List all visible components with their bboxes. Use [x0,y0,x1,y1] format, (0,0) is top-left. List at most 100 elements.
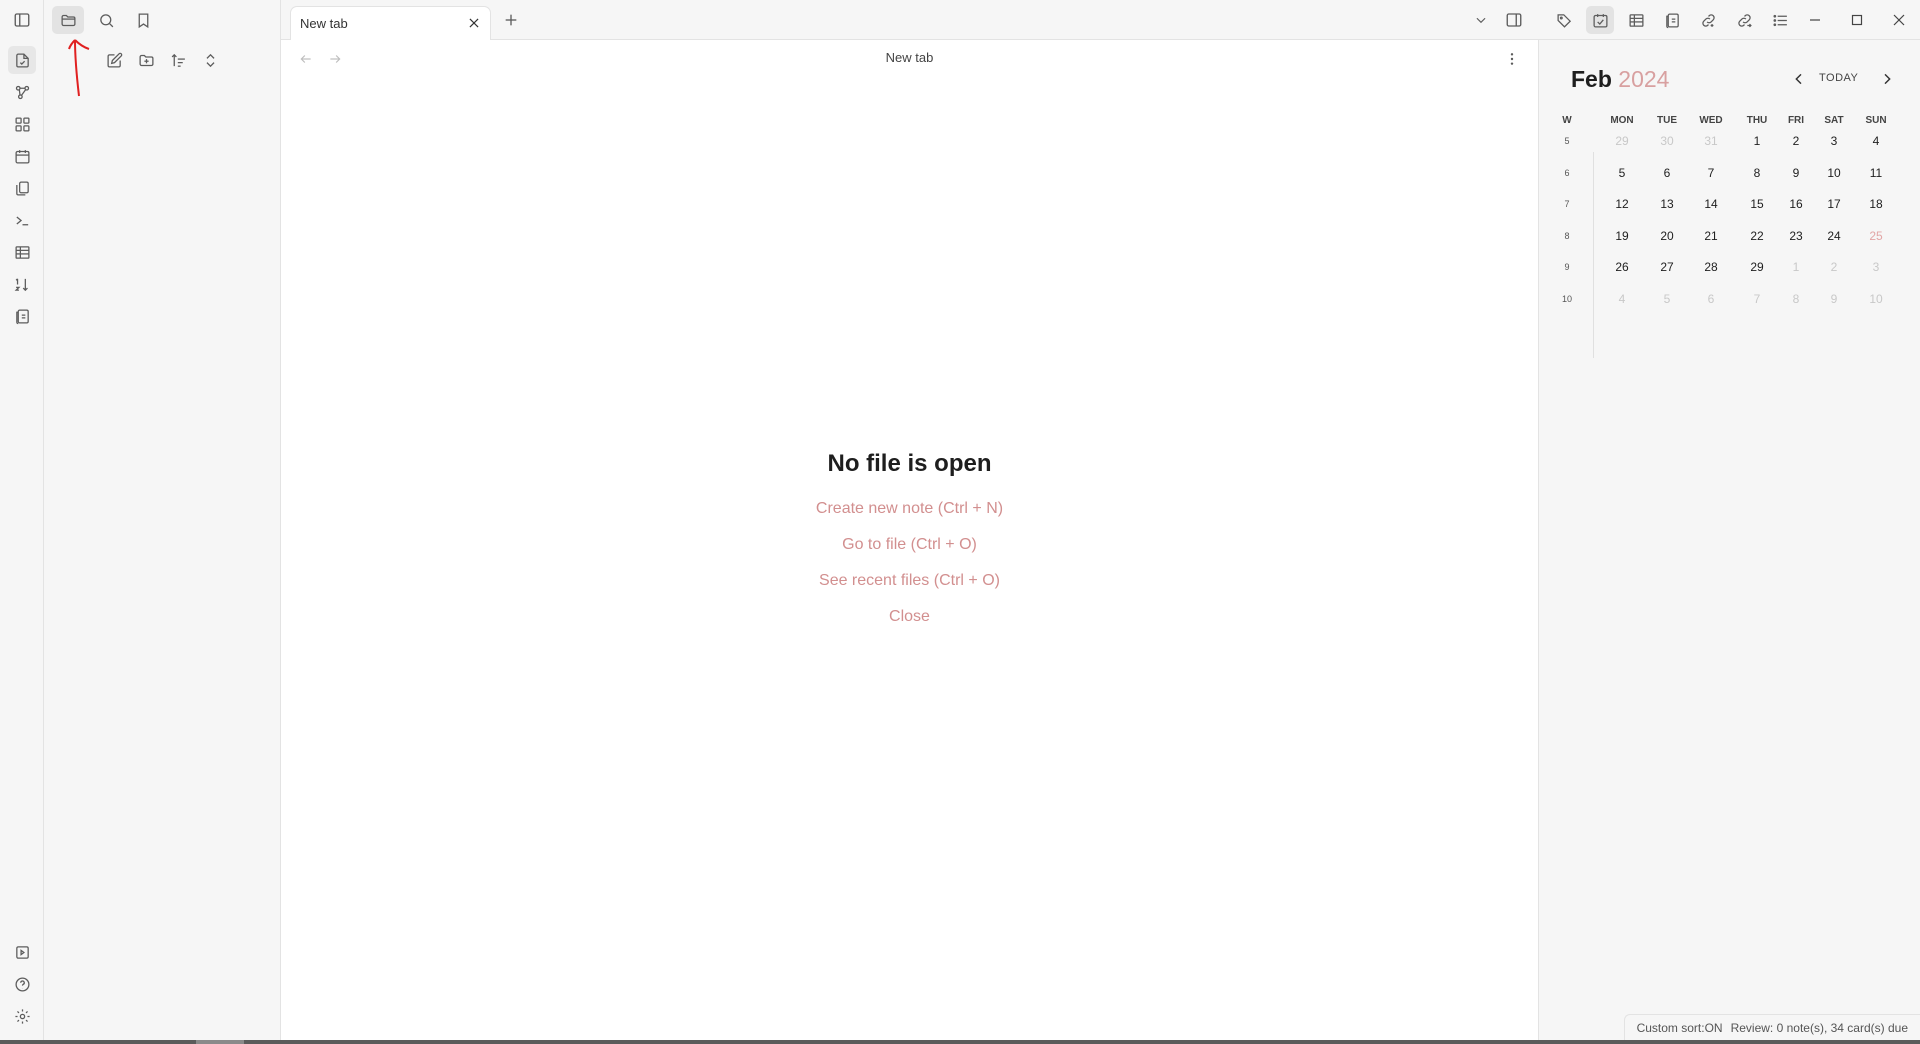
left-sidebar-toggle-icon[interactable] [8,6,36,34]
sort-order-icon[interactable] [164,46,192,74]
taskbar-strip [0,1040,1920,1044]
calendar-day[interactable]: 10 [1814,162,1854,184]
weekday-label: THU [1746,115,1768,126]
maximize-icon[interactable] [1842,6,1872,34]
calendar-day[interactable]: 26 [1602,256,1642,278]
table-icon[interactable] [8,238,36,266]
close-link[interactable]: Close [281,606,1538,627]
more-options-icon[interactable] [1502,49,1522,69]
go-to-file-link[interactable]: Go to file (Ctrl + O) [281,534,1538,555]
calendar-day[interactable]: 27 [1647,256,1687,278]
canvas-icon[interactable] [8,110,36,138]
calendar-day[interactable]: 4 [1602,288,1642,310]
calendar-day[interactable]: 30 [1647,130,1687,152]
calendar-day[interactable]: 21 [1691,225,1731,247]
new-note-icon[interactable] [100,46,128,74]
minimize-icon[interactable] [1800,6,1830,34]
graph-view-icon[interactable] [8,78,36,106]
calendar-icon[interactable] [1586,6,1614,34]
table-view-icon[interactable] [1622,6,1650,34]
calendar-day[interactable]: 14 [1691,193,1731,215]
sort-number-icon[interactable] [8,270,36,298]
new-folder-icon[interactable] [132,46,160,74]
create-new-note-link[interactable]: Create new note (Ctrl + N) [281,498,1538,519]
tags-icon[interactable] [1550,6,1578,34]
calendar-day[interactable]: 18 [1856,193,1896,215]
new-tab-plus-icon[interactable] [499,8,523,32]
flashcards-icon[interactable] [8,302,36,330]
daily-note-icon[interactable] [8,142,36,170]
calendar-day[interactable]: 29 [1602,130,1642,152]
calendar-day[interactable]: 15 [1737,193,1777,215]
calendar-day[interactable]: 13 [1647,193,1687,215]
outgoing-links-icon[interactable] [1730,6,1758,34]
calendar-day[interactable]: 7 [1691,162,1731,184]
calendar-day[interactable]: 5 [1647,288,1687,310]
left-sidebar [44,0,281,1040]
calendar-day[interactable]: 20 [1647,225,1687,247]
calendar-day[interactable]: 17 [1814,193,1854,215]
right-sidebar-calendar: Feb 2024 TODAY W MON TUE WED THU FRI SAT SUN 5 29… [1538,40,1920,1040]
calendar-day[interactable]: 11 [1856,162,1896,184]
status-custom-sort[interactable]: Custom sort:ON [1637,1021,1723,1035]
calendar-day[interactable]: 4 [1856,130,1896,152]
calendar-day[interactable]: 7 [1737,288,1777,310]
calendar-day[interactable]: 19 [1602,225,1642,247]
ribbon [0,0,44,1040]
settings-gear-icon[interactable] [8,1002,36,1030]
window-close-icon[interactable] [1884,6,1914,34]
calendar-day[interactable]: 31 [1691,130,1731,152]
calendar-year: 2024 [1618,66,1670,92]
calendar-day[interactable]: 22 [1737,225,1777,247]
vault-switcher-icon[interactable] [8,938,36,966]
open-quick-switcher-icon[interactable] [8,46,36,74]
today-button[interactable]: TODAY [1819,72,1858,84]
calendar-day[interactable]: 1 [1737,130,1777,152]
calendar-day[interactable]: 1 [1776,256,1816,278]
calendar-day[interactable]: 24 [1814,225,1854,247]
calendar-month: Feb [1571,66,1612,92]
calendar-day[interactable]: 3 [1814,130,1854,152]
tab-new-tab[interactable]: New tab [290,6,491,40]
collapse-all-icon[interactable] [196,46,224,74]
calendar-day[interactable]: 6 [1691,288,1731,310]
calendar-day[interactable]: 6 [1647,162,1687,184]
calendar-day[interactable]: 5 [1602,162,1642,184]
close-icon[interactable] [466,15,482,31]
search-icon[interactable] [90,6,122,34]
outline-list-icon[interactable] [1766,6,1794,34]
weekday-label: SUN [1865,115,1887,126]
calendar-day[interactable]: 2 [1814,256,1854,278]
help-icon[interactable] [8,970,36,998]
calendar-day[interactable]: 16 [1776,193,1816,215]
calendar-day[interactable]: 8 [1737,162,1777,184]
weekday-label: FRI [1787,115,1805,126]
calendar-day[interactable]: 25 [1856,225,1896,247]
right-sidebar-toggle-icon[interactable] [1502,8,1526,32]
calendar-day[interactable]: 28 [1691,256,1731,278]
file-explorer-folder-icon[interactable] [52,6,84,34]
status-review[interactable]: Review: 0 note(s), 34 card(s) due [1731,1021,1908,1035]
calendar-day[interactable]: 9 [1776,162,1816,184]
taskbar-thumb [196,1040,244,1044]
calendar-day[interactable]: 9 [1814,288,1854,310]
calendar-day[interactable]: 23 [1776,225,1816,247]
calendar-day[interactable]: 2 [1776,130,1816,152]
calendar-day[interactable]: 12 [1602,193,1642,215]
calendar-day[interactable]: 10 [1856,288,1896,310]
tab-list-chevron-down-icon[interactable] [1470,9,1492,31]
calendar-week-row: 8 19 20 21 22 23 24 25 [1561,225,1905,257]
calendar-day[interactable]: 29 [1737,256,1777,278]
flashcard-deck-icon[interactable] [1658,6,1686,34]
terminal-icon[interactable] [8,206,36,234]
bookmarks-icon[interactable] [127,6,159,34]
right-sidebar-header [1538,0,1920,40]
see-recent-files-link[interactable]: See recent files (Ctrl + O) [281,570,1538,591]
calendar-day[interactable]: 8 [1776,288,1816,310]
calendar-day[interactable]: 3 [1856,256,1896,278]
backlinks-icon[interactable] [1694,6,1722,34]
templates-icon[interactable] [8,174,36,202]
calendar-week-row: 10 4 5 6 7 8 9 10 [1561,288,1905,320]
next-month-chevron-right-icon[interactable] [1877,68,1897,90]
previous-month-chevron-left-icon[interactable] [1789,68,1809,90]
